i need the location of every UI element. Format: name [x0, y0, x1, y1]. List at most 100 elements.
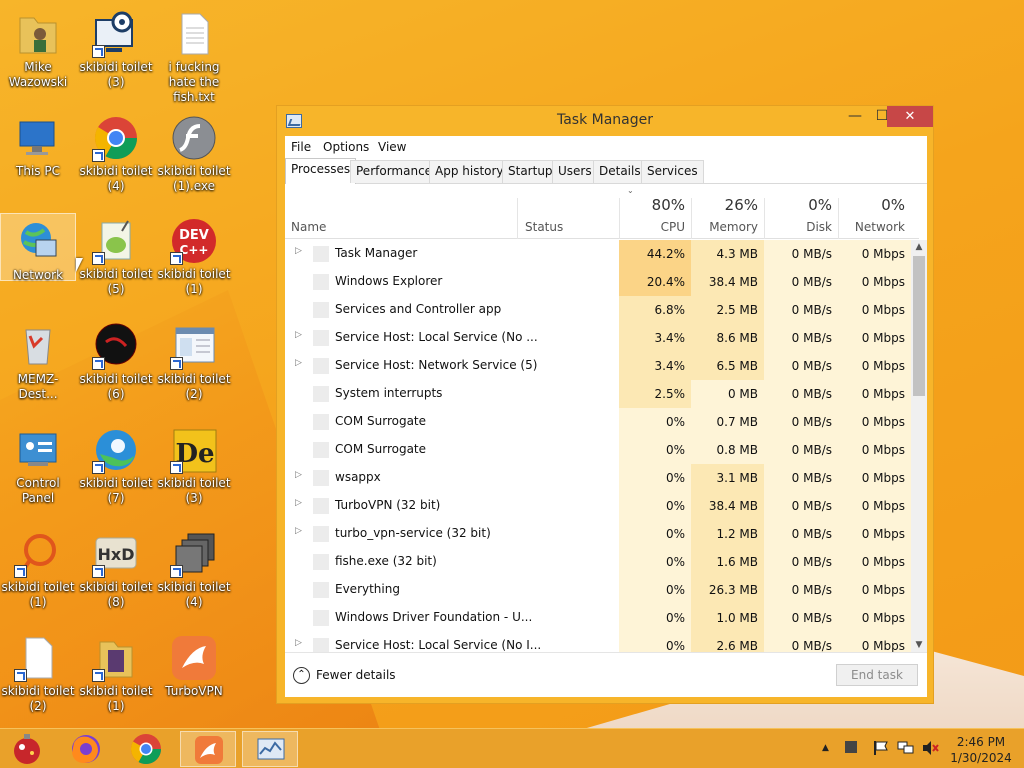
menu-view[interactable]: View	[378, 140, 406, 154]
column-separator[interactable]	[517, 198, 518, 239]
folder-icon	[92, 634, 140, 682]
desktop-icon-memz[interactable]: MEMZ-Dest...	[0, 318, 76, 418]
cpu-cell: 0%	[619, 632, 691, 652]
table-row[interactable]: ▷ Service Host: Network Service (5) 3.4% 6.…	[285, 352, 911, 380]
desktop-icon-skibidi-4-chrome[interactable]: skibidi toilet (4)	[78, 110, 154, 210]
table-row[interactable]: System interrupts 2.5% 0 MB 0 MB/s 0 Mbps	[285, 380, 911, 408]
expand-chevron-icon[interactable]: ▷	[295, 246, 302, 256]
fewer-details-button[interactable]: ⌃ Fewer details	[293, 667, 396, 684]
table-row[interactable]: COM Surrogate 0% 0.8 MB 0 MB/s 0 Mbps	[285, 436, 911, 464]
show-hidden-icons-icon[interactable]: ▲	[822, 743, 829, 753]
column-name[interactable]: Name	[291, 220, 326, 234]
desktop-icon-skibidi-2-window[interactable]: skibidi toilet (2)	[156, 318, 232, 418]
desktop-icon-skibidi-3-gear[interactable]: skibidi toilet (3)	[78, 6, 154, 106]
network-cell: 0 Mbps	[838, 296, 911, 324]
desktop-icon-skibidi-1-folder[interactable]: skibidi toilet (1)	[78, 630, 154, 730]
cpu-cell: 0%	[619, 436, 691, 464]
table-row[interactable]: fishe.exe (32 bit) 0% 1.6 MB 0 MB/s 0 Mbps	[285, 548, 911, 576]
action-center-flag-icon[interactable]	[873, 741, 889, 758]
process-name: Service Host: Network Service (5)	[335, 358, 538, 372]
desktop-icon-fish-txt[interactable]: i fucking hate the fish.txt	[156, 6, 232, 106]
tray-stop-icon[interactable]	[845, 741, 857, 756]
desktop-icon-skibidi-1-exe-flash[interactable]: skibidi toilet (1).exe	[156, 110, 232, 210]
menu-options[interactable]: Options	[323, 140, 369, 154]
table-row[interactable]: ▷ turbo_vpn-service (32 bit) 0% 1.2 MB 0 MB/…	[285, 520, 911, 548]
taskbar-task-manager[interactable]	[242, 731, 298, 767]
table-row[interactable]: COM Surrogate 0% 0.7 MB 0 MB/s 0 Mbps	[285, 408, 911, 436]
taskbar-chrome[interactable]	[118, 731, 174, 767]
start-button[interactable]	[0, 731, 56, 767]
table-row[interactable]: ▷ Task Manager 44.2% 4.3 MB 0 MB/s 0 Mbps	[285, 240, 911, 268]
minimize-button[interactable]: —	[842, 106, 868, 127]
desktop-icon-skibidi-7-edge[interactable]: skibidi toilet (7)	[78, 422, 154, 522]
process-icon	[313, 246, 329, 262]
computer-icon	[14, 114, 62, 162]
end-task-button[interactable]: End task	[836, 664, 918, 686]
table-row[interactable]: Windows Explorer 20.4% 38.4 MB 0 MB/s 0 Mbps	[285, 268, 911, 296]
column-cpu[interactable]: CPU	[619, 220, 685, 234]
menu-file[interactable]: File	[291, 140, 311, 154]
scroll-thumb[interactable]	[913, 256, 925, 396]
desktop-icon-skibidi-1-orange[interactable]: skibidi toilet (1)	[0, 526, 76, 626]
memory-cell: 1.0 MB	[691, 604, 764, 632]
expand-chevron-icon[interactable]: ▷	[295, 638, 302, 648]
expand-chevron-icon[interactable]: ▷	[295, 526, 302, 536]
shortcut-arrow-icon	[92, 669, 105, 682]
expand-chevron-icon[interactable]: ▷	[295, 330, 302, 340]
desktop-icon-mike-wazowski[interactable]: Mike Wazowski	[0, 6, 76, 106]
desktop-icon-skibidi-1-devcpp[interactable]: DEV C++ skibidi toilet (1)	[156, 213, 232, 313]
desktop-icon-skibidi-8-hxd[interactable]: HxD skibidi toilet (8)	[78, 526, 154, 626]
desktop-icon-control-panel[interactable]: Control Panel	[0, 422, 76, 522]
table-row[interactable]: Services and Controller app 6.8% 2.5 MB 0 M…	[285, 296, 911, 324]
expand-chevron-icon[interactable]: ▷	[295, 470, 302, 480]
tab-startup[interactable]: Startup	[502, 160, 559, 183]
column-memory[interactable]: Memory	[691, 220, 758, 234]
taskbar-turbovpn[interactable]	[180, 731, 236, 767]
column-disk[interactable]: Disk	[764, 220, 832, 234]
cpu-total-percent: 80%	[651, 196, 685, 214]
table-row[interactable]: Everything 0% 26.3 MB 0 MB/s 0 Mbps	[285, 576, 911, 604]
table-row[interactable]: ▷ TurboVPN (32 bit) 0% 38.4 MB 0 MB/s 0 Mbps	[285, 492, 911, 520]
expand-chevron-icon[interactable]: ▷	[295, 358, 302, 368]
close-button[interactable]: ✕	[887, 106, 933, 127]
tab-app-history[interactable]: App history	[429, 160, 510, 183]
memory-cell: 2.6 MB	[691, 632, 764, 652]
desktop-icon-skibidi-4-stack[interactable]: skibidi toilet (4)	[156, 526, 232, 626]
scroll-down-icon[interactable]: ▼	[911, 638, 927, 652]
table-row[interactable]: Windows Driver Foundation - U... 0% 1.0 MB…	[285, 604, 911, 632]
table-row[interactable]: ▷ Service Host: Local Service (No ... 3.4%…	[285, 324, 911, 352]
desktop-icon-turbovpn[interactable]: TurboVPN	[156, 630, 232, 730]
tab-processes[interactable]: Processes	[285, 158, 357, 184]
menu-bar: File Options View	[285, 136, 927, 158]
cpu-cell: 0%	[619, 548, 691, 576]
desktop-icon-network[interactable]: Network	[0, 213, 76, 282]
volume-muted-icon[interactable]	[922, 741, 940, 758]
chrome-icon	[92, 114, 140, 162]
task-manager-window[interactable]: Task Manager — ☐ ✕ File Options View Pro…	[276, 105, 934, 704]
tab-performance[interactable]: Performance	[350, 160, 439, 183]
desktop-icon-this-pc[interactable]: This PC	[0, 110, 76, 210]
column-network[interactable]: Network	[838, 220, 905, 234]
title-bar[interactable]: Task Manager — ☐ ✕	[277, 106, 933, 136]
process-name: Everything	[335, 582, 400, 596]
desktop-icon-skibidi-5-notepadpp[interactable]: skibidi toilet (5)	[78, 213, 154, 313]
table-row[interactable]: ▷ Service Host: Local Service (No I... 0% 2…	[285, 632, 911, 652]
clock-date: 1/30/2024	[950, 751, 1012, 765]
desktop-icon-skibidi-2-file[interactable]: skibidi toilet (2)	[0, 630, 76, 730]
table-row[interactable]: ▷ wsappx 0% 3.1 MB 0 MB/s 0 Mbps	[285, 464, 911, 492]
process-name: Services and Controller app	[335, 302, 502, 316]
desktop-icon-skibidi-3-de[interactable]: De skibidi toilet (3)	[156, 422, 232, 522]
tab-users[interactable]: Users	[552, 160, 598, 183]
expand-chevron-icon[interactable]: ▷	[295, 498, 302, 508]
taskbar-firefox[interactable]	[58, 731, 114, 767]
column-status[interactable]: Status	[525, 220, 563, 234]
memory-cell: 2.5 MB	[691, 296, 764, 324]
scroll-up-icon[interactable]: ▲	[911, 240, 927, 254]
vertical-scrollbar[interactable]: ▲ ▼	[911, 240, 927, 652]
system-clock[interactable]: 2:46 PM 1/30/2024	[946, 734, 1016, 766]
network-tray-icon[interactable]	[897, 741, 915, 758]
desktop-icon-skibidi-6-black[interactable]: skibidi toilet (6)	[78, 318, 154, 418]
tab-details[interactable]: Details	[593, 160, 647, 183]
tab-services[interactable]: Services	[641, 160, 704, 183]
cpu-cell: 0%	[619, 604, 691, 632]
